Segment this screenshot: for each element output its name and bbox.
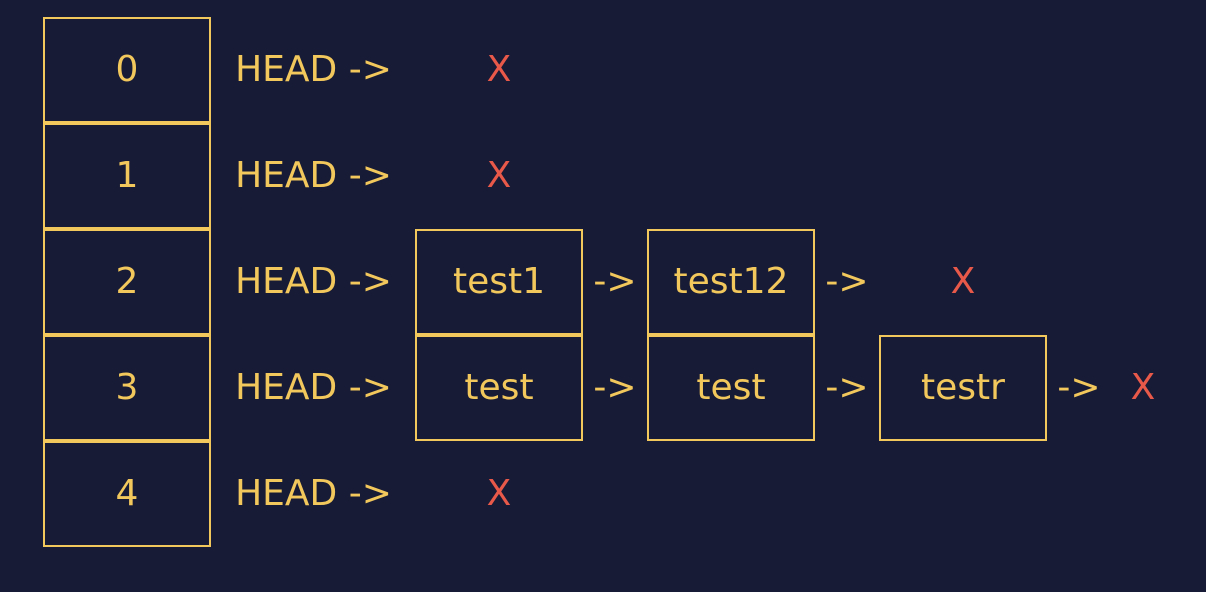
null-terminator: X <box>1130 367 1156 408</box>
list-node: testr <box>879 335 1047 441</box>
head-pointer-label: HEAD -> <box>235 49 392 90</box>
list-node: test <box>647 335 815 441</box>
null-terminator: X <box>486 473 512 514</box>
next-arrow: -> <box>593 261 637 302</box>
list-node: test <box>415 335 583 441</box>
head-pointer-label: HEAD -> <box>235 155 392 196</box>
head-pointer-label: HEAD -> <box>235 261 392 302</box>
null-terminator: X <box>486 155 512 196</box>
null-terminator: X <box>486 49 512 90</box>
next-arrow: -> <box>825 367 869 408</box>
next-arrow: -> <box>825 261 869 302</box>
next-arrow: -> <box>1057 367 1101 408</box>
head-pointer-label: HEAD -> <box>235 473 392 514</box>
null-terminator: X <box>950 261 976 302</box>
bucket-index-cell: 4 <box>43 441 211 547</box>
head-pointer-label: HEAD -> <box>235 367 392 408</box>
hash-table-diagram: 0 HEAD -> X 1 HEAD -> X 2 HEAD -> test1 -> test12-… <box>0 0 1206 592</box>
next-arrow: -> <box>593 367 637 408</box>
bucket-index-cell: 2 <box>43 229 211 335</box>
bucket-index-cell: 1 <box>43 123 211 229</box>
bucket-index-cell: 0 <box>43 17 211 123</box>
list-node: test12 <box>647 229 815 335</box>
bucket-index-cell: 3 <box>43 335 211 441</box>
list-node: test1 <box>415 229 583 335</box>
